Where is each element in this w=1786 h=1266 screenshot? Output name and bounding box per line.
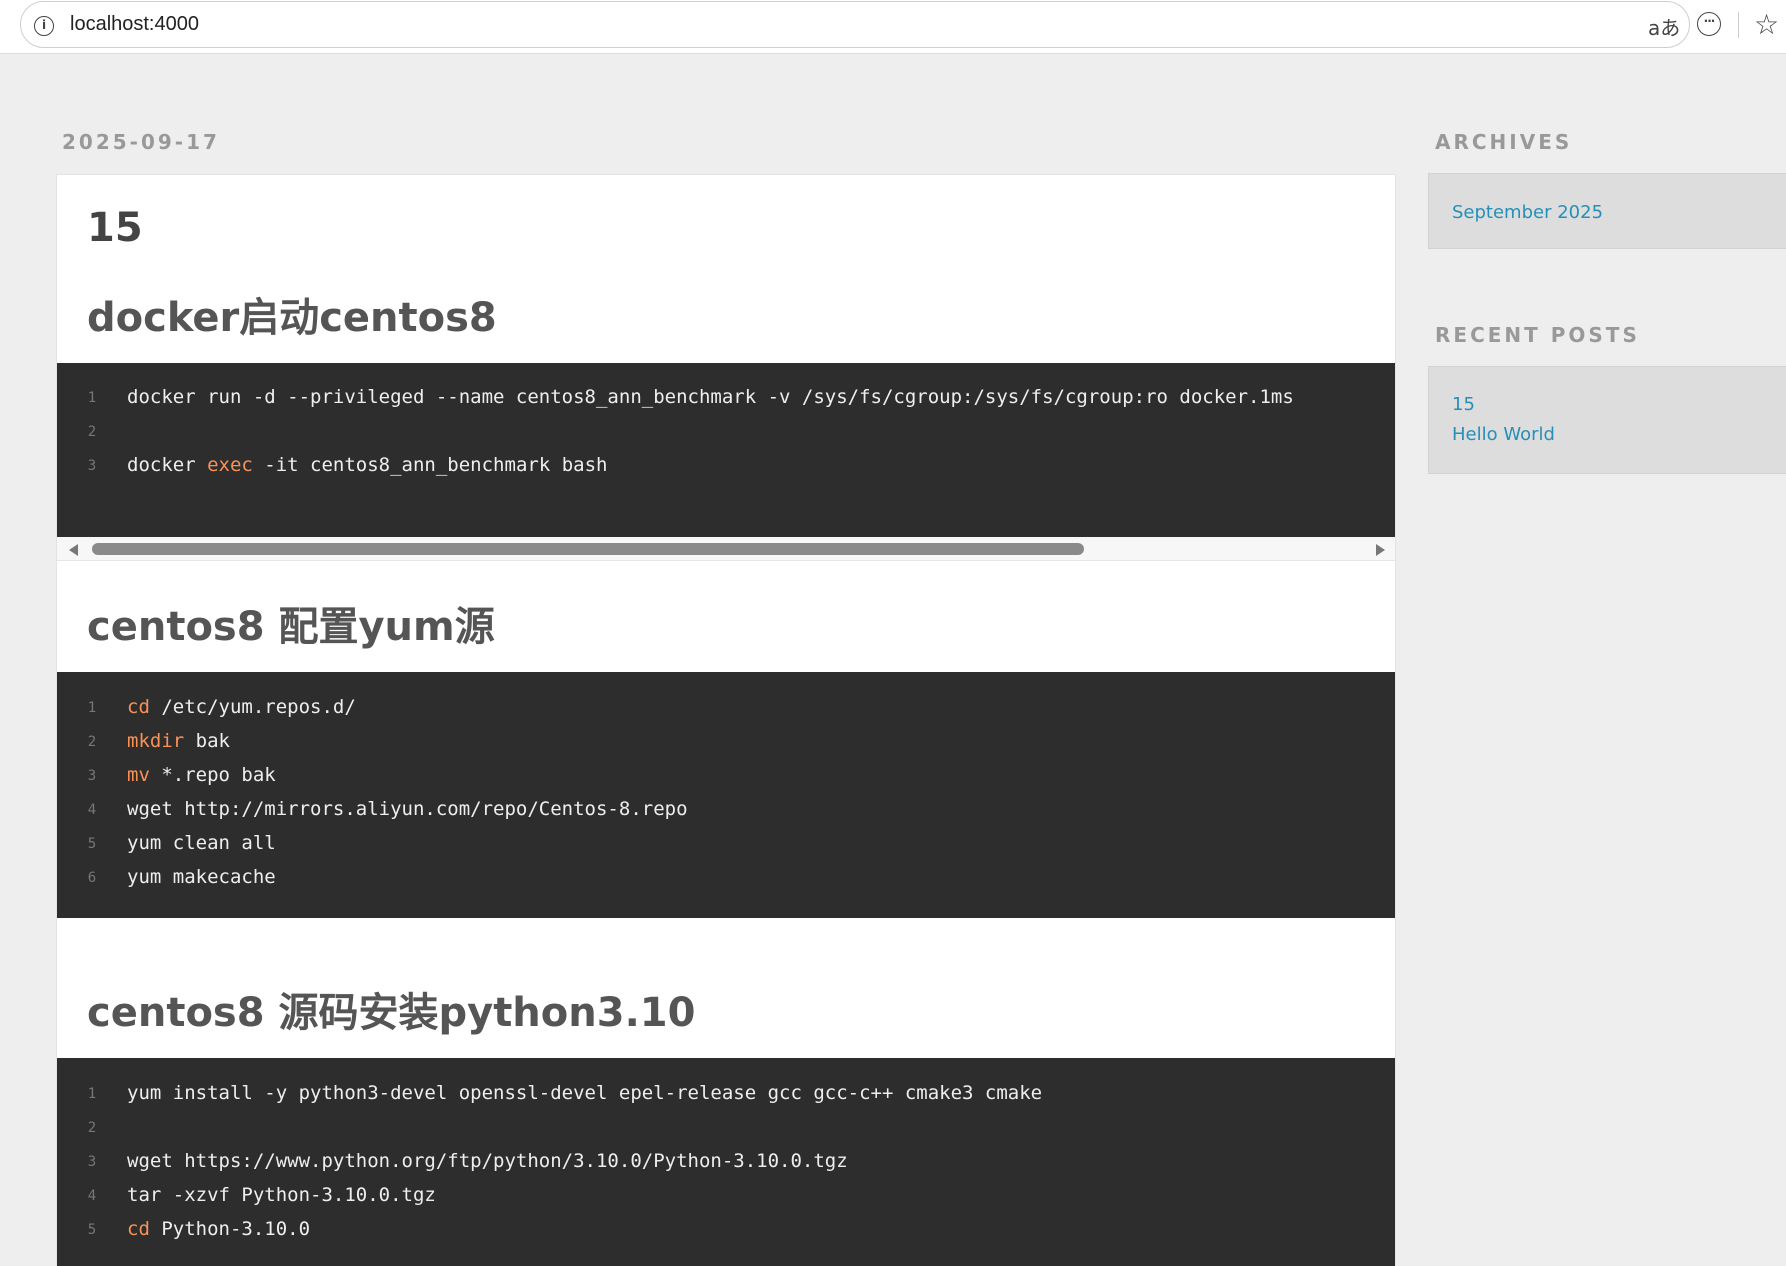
line-number: 6 [87, 870, 97, 886]
toolbar-divider [1738, 12, 1739, 38]
code-text[interactable]: wget http://mirrors.aliyun.com/repo/Cent… [127, 798, 688, 820]
line-number: 4 [87, 802, 97, 818]
more-icon[interactable]: ··· [1697, 12, 1721, 36]
archives-heading: ARCHIVES [1435, 130, 1573, 154]
code-text[interactable]: yum clean all [127, 832, 276, 854]
section-heading-python: centos8 源码安装python3.10 [87, 990, 696, 1036]
section-heading-docker: docker启动centos8 [87, 295, 497, 341]
code-text[interactable]: yum install -y python3-devel openssl-dev… [127, 1082, 1042, 1104]
line-number: 3 [87, 458, 97, 474]
code-block-python: 1 yum install -y python3-devel openssl-de… [57, 1058, 1395, 1266]
code-text[interactable]: cd /etc/yum.repos.d/ [127, 696, 356, 718]
code-block-docker: 1 docker run -d --privileged --name cento… [57, 363, 1395, 537]
code-text[interactable]: wget https://www.python.org/ftp/python/3… [127, 1150, 848, 1172]
line-number: 1 [87, 700, 97, 716]
code-block-yum: 1 cd /etc/yum.repos.d/2 mkdir bak 3 mv *.rep… [57, 672, 1395, 918]
line-number: 2 [87, 424, 97, 440]
code-horizontal-scrollbar[interactable] [57, 537, 1395, 561]
post-date[interactable]: 2025-09-17 [62, 130, 220, 154]
recent-posts-widget: 15 Hello World [1428, 366, 1786, 474]
line-number: 2 [87, 1120, 97, 1136]
scroll-left-arrow-icon[interactable] [69, 544, 78, 556]
line-number: 4 [87, 1188, 97, 1204]
line-number: 3 [87, 768, 97, 784]
post-card: 15 docker启动centos8 1 docker run -d --priv… [56, 174, 1396, 1266]
section-heading-yum: centos8 配置yum源 [87, 604, 495, 650]
line-number: 1 [87, 390, 97, 406]
scroll-right-arrow-icon[interactable] [1376, 544, 1385, 556]
recent-post-link-hello-world[interactable]: Hello World [1452, 424, 1555, 445]
code-text[interactable]: mv *.repo bak [127, 764, 276, 786]
translate-icon[interactable]: aあ [1648, 12, 1680, 41]
archive-link-september-2025[interactable]: September 2025 [1452, 202, 1603, 223]
url-text[interactable]: localhost:4000 [70, 13, 199, 36]
code-text[interactable]: cd Python-3.10.0 [127, 1218, 310, 1240]
post-title[interactable]: 15 [87, 205, 143, 251]
line-number: 5 [87, 1222, 97, 1238]
archives-widget: September 2025 [1428, 173, 1786, 249]
address-bar[interactable] [20, 1, 1690, 48]
line-number: 2 [87, 734, 97, 750]
recent-post-link-15[interactable]: 15 [1452, 394, 1475, 415]
info-icon[interactable]: i [34, 16, 54, 36]
line-number: 3 [87, 1154, 97, 1170]
line-number: 1 [87, 1086, 97, 1102]
line-number: 5 [87, 836, 97, 852]
code-text[interactable]: docker exec -it centos8_ann_benchmark ba… [127, 454, 607, 476]
code-text[interactable]: docker run -d --privileged --name centos… [127, 386, 1294, 408]
code-text[interactable]: tar -xzvf Python-3.10.0.tgz [127, 1184, 436, 1206]
browser-toolbar: i localhost:4000 aあ ··· ☆ [0, 0, 1786, 54]
scrollbar-thumb[interactable] [92, 543, 1084, 555]
star-icon[interactable]: ☆ [1754, 8, 1779, 41]
recent-posts-heading: RECENT POSTS [1435, 323, 1640, 347]
code-text[interactable]: yum makecache [127, 866, 276, 888]
code-text[interactable]: mkdir bak [127, 730, 230, 752]
